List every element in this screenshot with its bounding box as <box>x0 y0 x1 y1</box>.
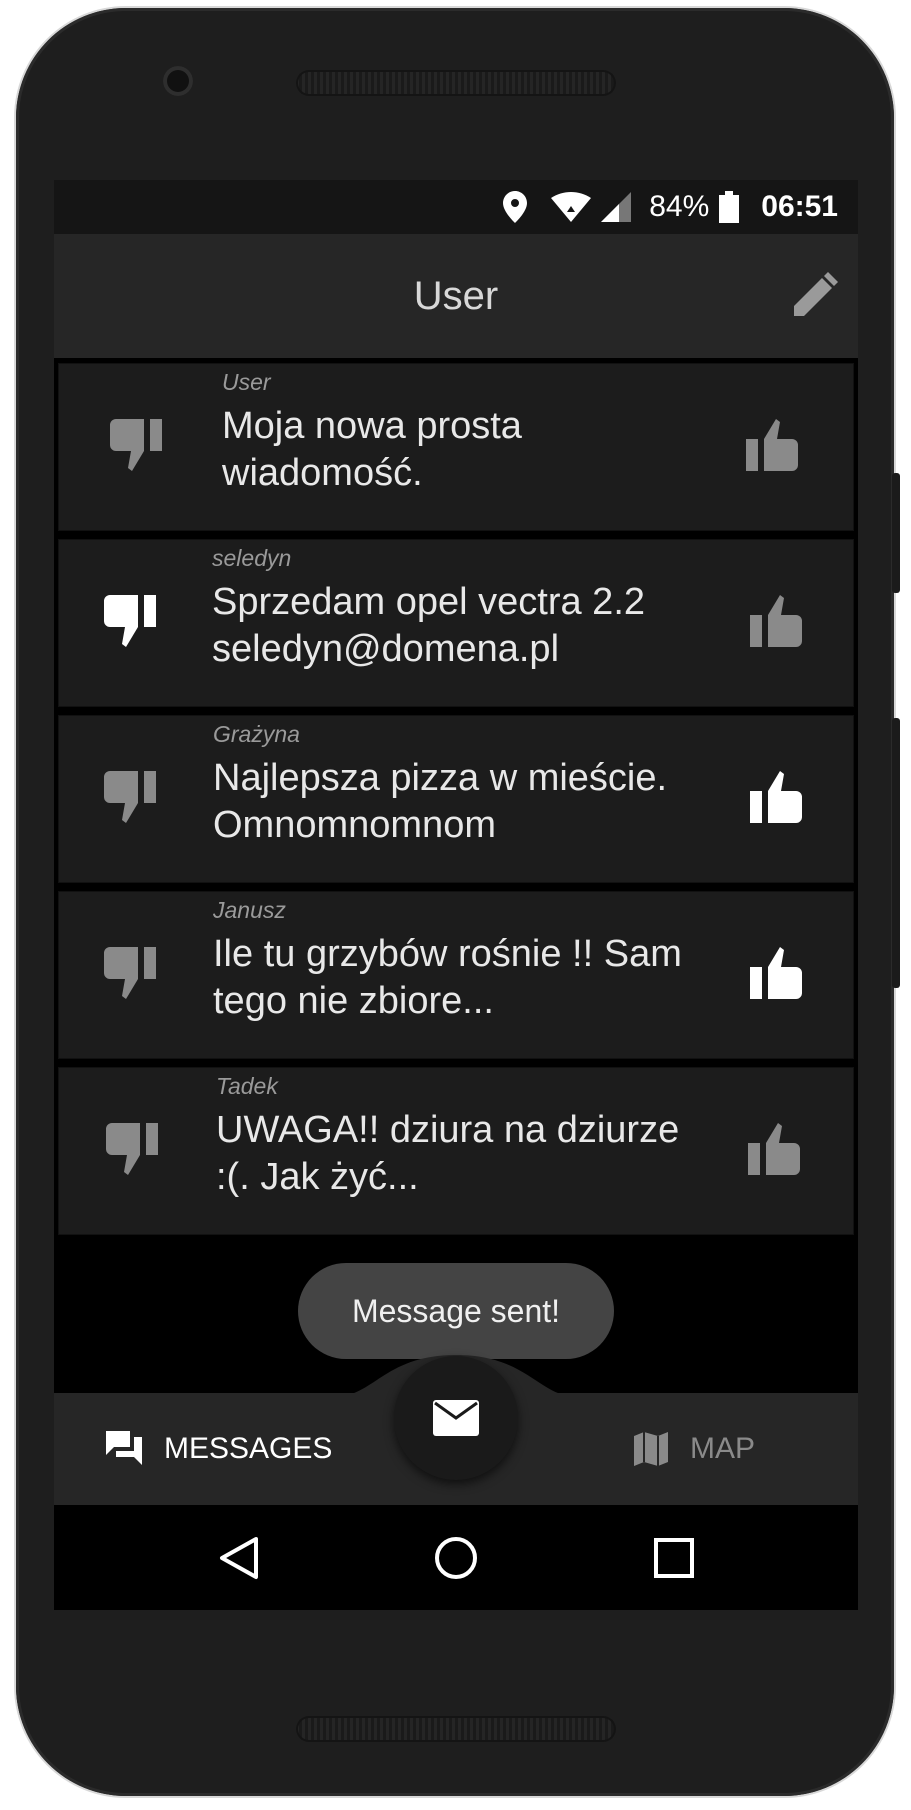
thumbs-down-icon <box>104 771 156 823</box>
edit-button[interactable] <box>790 272 838 320</box>
message-card[interactable]: Janusz Ile tu grzybów rośnie !! Sam tego… <box>58 891 854 1059</box>
front-camera <box>163 66 193 96</box>
compose-fab[interactable] <box>394 1356 518 1480</box>
thumbs-down-icon <box>110 419 162 471</box>
dislike-button[interactable] <box>104 595 164 651</box>
system-navigation-bar <box>54 1505 858 1610</box>
envelope-icon <box>433 1400 479 1436</box>
thumbs-up-icon <box>750 947 802 999</box>
like-button[interactable] <box>742 419 802 475</box>
message-text: Moja nowa prosta wiadomość. <box>222 405 522 494</box>
dislike-button[interactable] <box>104 947 164 1003</box>
message-text: Najlepsza pizza w mieście. Omnomnomnom <box>213 757 668 846</box>
message-card[interactable]: Tadek UWAGA!! dziura na dziurze :(. Jak … <box>58 1067 854 1235</box>
map-icon <box>634 1432 668 1466</box>
volume-button <box>892 473 900 593</box>
nav-messages[interactable]: MESSAGES <box>106 1393 332 1505</box>
message-card[interactable]: User Moja nowa prosta wiadomość. <box>58 363 854 531</box>
location-icon <box>503 191 528 223</box>
thumbs-up-icon <box>750 771 802 823</box>
battery-percent: 84% <box>649 190 710 223</box>
message-text: Ile tu grzybów rośnie !! Sam tego nie zb… <box>213 933 682 1022</box>
home-icon[interactable] <box>433 1535 479 1581</box>
status-bar: 84% 06:51 <box>54 180 858 234</box>
message-author: Tadek <box>216 1073 278 1099</box>
message-card[interactable]: Grażyna Najlepsza pizza w mieście. Omnom… <box>58 715 854 883</box>
phone-frame: 84% 06:51 User User Moja nowa prosta wia… <box>16 8 900 1796</box>
message-author: Janusz <box>213 897 286 923</box>
like-button[interactable] <box>746 947 806 1003</box>
message-text: Sprzedam opel vectra 2.2 seledyn@domena.… <box>212 581 646 670</box>
bottom-speaker <box>296 1716 616 1742</box>
screen: 84% 06:51 User User Moja nowa prosta wia… <box>54 180 858 1610</box>
back-icon[interactable] <box>216 1535 262 1581</box>
top-speaker <box>296 70 616 96</box>
wifi-icon <box>551 192 592 222</box>
power-button <box>892 718 900 988</box>
like-button[interactable] <box>744 1123 804 1179</box>
thumbs-down-icon <box>104 595 156 647</box>
like-button[interactable] <box>746 771 806 827</box>
message-author: seledyn <box>212 545 292 571</box>
nav-messages-label: MESSAGES <box>164 1432 333 1465</box>
clock: 06:51 <box>761 190 838 223</box>
thumbs-down-icon <box>104 947 156 999</box>
message-card[interactable]: seledyn Sprzedam opel vectra 2.2 seledyn… <box>58 539 854 707</box>
page-title: User <box>413 274 499 318</box>
message-author: User <box>222 369 271 395</box>
thumbs-down-icon <box>106 1123 158 1175</box>
thumbs-up-icon <box>748 1123 800 1175</box>
thumbs-up-icon <box>750 595 802 647</box>
dislike-button[interactable] <box>104 771 164 827</box>
pencil-icon <box>794 272 838 316</box>
message-author: Grażyna <box>213 721 300 747</box>
dislike-button[interactable] <box>110 419 170 475</box>
signal-icon <box>601 192 632 222</box>
dislike-button[interactable] <box>106 1123 166 1179</box>
nav-map-label: MAP <box>690 1432 756 1465</box>
recents-icon[interactable] <box>651 1535 697 1581</box>
thumbs-up-icon <box>746 419 798 471</box>
battery-icon <box>719 191 740 223</box>
message-text: UWAGA!! dziura na dziurze :(. Jak żyć... <box>216 1109 680 1198</box>
chat-bubbles-icon <box>106 1431 142 1465</box>
like-button[interactable] <box>746 595 806 651</box>
app-bar: User <box>54 234 858 358</box>
nav-map[interactable]: MAP <box>634 1393 755 1505</box>
